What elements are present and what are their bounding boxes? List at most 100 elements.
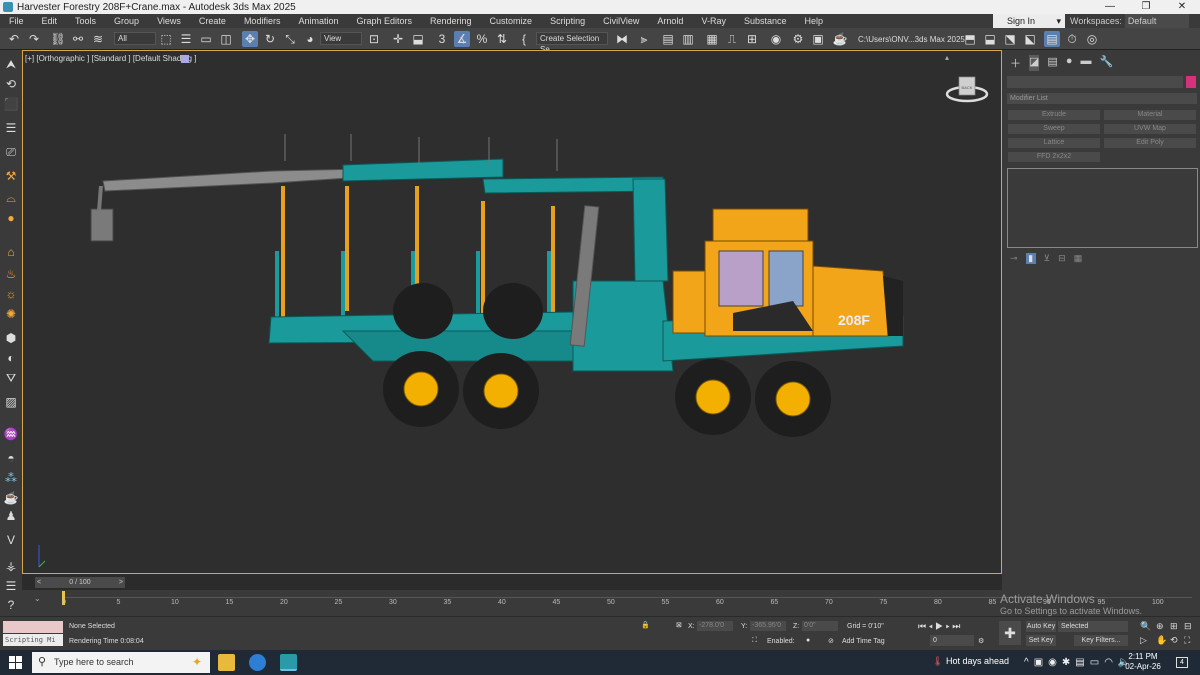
command-panel-toggle-icon[interactable]: ▤ bbox=[1044, 31, 1060, 47]
pin-stack-icon[interactable]: ⊸ bbox=[1010, 253, 1018, 264]
material-button[interactable]: Material bbox=[1104, 110, 1196, 120]
menu-modifiers[interactable]: Modifiers bbox=[235, 16, 290, 26]
maxscript-listener[interactable] bbox=[3, 621, 63, 633]
show-end-result-icon[interactable]: ▮ bbox=[1025, 253, 1036, 264]
ball-icon[interactable]: ◐ bbox=[3, 350, 19, 366]
keyboard-shortcut-icon[interactable]: ⬓ bbox=[410, 31, 426, 47]
hierarchy-tab-icon[interactable]: ▤ bbox=[1047, 55, 1057, 71]
folder-icon[interactable]: ⬔ bbox=[1002, 31, 1018, 47]
tray-bluetooth-icon[interactable]: ✱ bbox=[1062, 657, 1070, 668]
save-icon[interactable]: ⬓ bbox=[982, 31, 998, 47]
bind-spacewarp-icon[interactable]: ≋ bbox=[90, 31, 106, 47]
sweep-button[interactable]: Sweep bbox=[1008, 124, 1100, 134]
edit-named-selection-icon[interactable]: { bbox=[516, 31, 532, 47]
uvw-map-button[interactable]: UVW Map bbox=[1104, 124, 1196, 134]
menu-rendering[interactable]: Rendering bbox=[421, 16, 481, 26]
zoom-extents-all-icon[interactable]: ⊟ bbox=[1184, 621, 1192, 632]
menu-create[interactable]: Create bbox=[190, 16, 235, 26]
viewport-orthographic[interactable]: [+] [Orthographic ] [Standard ] [Default… bbox=[22, 50, 1002, 574]
percent-snap-icon[interactable]: % bbox=[474, 31, 490, 47]
menu-customize[interactable]: Customize bbox=[481, 16, 542, 26]
menu-scripting[interactable]: Scripting bbox=[541, 16, 594, 26]
menu-views[interactable]: Views bbox=[148, 16, 190, 26]
workspace-selector[interactable]: Workspaces: Default bbox=[1070, 14, 1200, 28]
playback-controls[interactable]: ⏮ ◂ ▶ ▸ ⏭ bbox=[918, 621, 960, 632]
timer-icon[interactable]: ⏱ bbox=[1064, 31, 1080, 47]
capture-icon[interactable]: ⬛ bbox=[3, 96, 19, 112]
figure-icon[interactable]: ♟ bbox=[3, 508, 19, 524]
menu-civilview[interactable]: CivilView bbox=[594, 16, 648, 26]
current-frame-field[interactable]: 0 bbox=[930, 635, 974, 646]
notification-center-icon[interactable]: 4 bbox=[1176, 657, 1188, 668]
set-key-button[interactable]: Set Key bbox=[1026, 635, 1056, 646]
clock[interactable]: 2:11 PM 02-Apr-26 bbox=[1123, 652, 1163, 672]
render-setup-icon[interactable]: ⚙ bbox=[790, 31, 806, 47]
ribbon-icon[interactable]: ▦ bbox=[704, 31, 720, 47]
modifier-list-dropdown[interactable]: Modifier List bbox=[1007, 93, 1197, 104]
tray-battery-icon[interactable]: ▭ bbox=[1090, 657, 1099, 668]
layer-explorer-icon[interactable]: ▥ bbox=[680, 31, 696, 47]
scene-explorer-icon[interactable]: ⚶ bbox=[3, 558, 19, 574]
cap-icon[interactable]: ⌓ bbox=[3, 190, 19, 206]
time-slider[interactable]: < 0 / 100 > bbox=[35, 577, 125, 588]
menu-help[interactable]: Help bbox=[795, 16, 832, 26]
menu-animation[interactable]: Animation bbox=[289, 16, 347, 26]
tray-app-icon[interactable]: ▣ bbox=[1034, 657, 1043, 668]
mirror-icon[interactable]: ⧓ bbox=[614, 31, 630, 47]
remove-modifier-icon[interactable]: ⊟ bbox=[1058, 253, 1066, 264]
render-production-icon[interactable]: ☕ bbox=[832, 31, 848, 47]
lattice-button[interactable]: Lattice bbox=[1008, 138, 1100, 148]
menu-file[interactable]: File bbox=[0, 16, 33, 26]
flame-icon[interactable]: ♨ bbox=[3, 266, 19, 282]
particles-icon[interactable]: ⁂ bbox=[3, 470, 19, 486]
edge-browser-icon[interactable] bbox=[249, 654, 266, 671]
create-selection-set-dropdown[interactable]: Create Selection Se bbox=[536, 32, 608, 54]
hammer-icon[interactable]: ⚒ bbox=[3, 168, 19, 184]
menu-edit[interactable]: Edit bbox=[33, 16, 67, 26]
z-coordinate-field[interactable]: 0'0" bbox=[802, 621, 838, 631]
object-name-field[interactable] bbox=[1007, 76, 1183, 88]
rotate-tool-icon[interactable]: ⟲ bbox=[3, 76, 19, 92]
vray-icon[interactable]: V bbox=[3, 532, 19, 548]
modifier-stack[interactable] bbox=[1007, 168, 1198, 248]
rect-selection-icon[interactable]: ▭ bbox=[198, 31, 214, 47]
enabled-toggle-icon[interactable]: ● bbox=[806, 637, 810, 644]
project-path[interactable]: C:\Users\ONV...3ds Max 2025 bbox=[858, 35, 965, 44]
angle-snap-icon[interactable]: ∡ bbox=[454, 31, 470, 47]
select-object-icon[interactable]: ⬚ bbox=[158, 31, 174, 47]
zoom-extents-icon[interactable]: ⊞ bbox=[1170, 621, 1178, 632]
open-file-icon[interactable]: ⬒ bbox=[962, 31, 978, 47]
arnold-icon[interactable]: ◎ bbox=[1084, 31, 1100, 47]
absolute-mode-icon[interactable]: ⊠ bbox=[676, 621, 682, 629]
zoom-icon[interactable]: 🔍 bbox=[1140, 621, 1151, 632]
scene-explorer-icon[interactable]: ▤ bbox=[660, 31, 676, 47]
ffd-button[interactable]: FFD 2x2x2 bbox=[1008, 152, 1100, 162]
teapot-icon[interactable]: ☕ bbox=[3, 490, 19, 506]
box-icon[interactable]: ⬢ bbox=[3, 330, 19, 346]
schematic-view-icon[interactable]: ⊞ bbox=[744, 31, 760, 47]
camera-icon[interactable]: ⎚ bbox=[3, 144, 19, 160]
key-filters-button[interactable]: Key Filters... bbox=[1074, 635, 1128, 646]
select-by-name-icon[interactable]: ☰ bbox=[178, 31, 194, 47]
minimize-button[interactable]: — bbox=[1092, 0, 1128, 14]
menu-substance[interactable]: Substance bbox=[735, 16, 796, 26]
menu-tools[interactable]: Tools bbox=[66, 16, 105, 26]
link-icon[interactable]: ⛓ bbox=[50, 31, 66, 47]
material-editor-icon[interactable]: ◉ bbox=[768, 31, 784, 47]
viewcube[interactable]: BACK bbox=[945, 75, 989, 105]
selected-dropdown[interactable]: Selected bbox=[1058, 621, 1128, 632]
tray-chevron-icon[interactable]: ^ bbox=[1024, 657, 1029, 668]
workspace-value[interactable]: Default bbox=[1124, 14, 1189, 28]
weather-widget[interactable]: 🌡 Hot days ahead bbox=[932, 656, 1009, 667]
edit-poly-button[interactable]: Edit Poly bbox=[1104, 138, 1196, 148]
zoom-all-icon[interactable]: ⊕ bbox=[1156, 621, 1164, 632]
menu-arnold[interactable]: Arnold bbox=[648, 16, 692, 26]
set-key-big-button[interactable]: ✚ bbox=[999, 621, 1021, 645]
time-config-icon[interactable]: ⚙ bbox=[978, 637, 984, 645]
modify-tab-icon[interactable]: ◪ bbox=[1029, 55, 1040, 71]
3ds-max-taskbar-icon[interactable] bbox=[280, 654, 297, 671]
tray-folder-icon[interactable]: ▤ bbox=[1075, 657, 1084, 668]
forwarder-model[interactable]: 208F bbox=[73, 131, 933, 451]
menu-graph-editors[interactable]: Graph Editors bbox=[347, 16, 421, 26]
file-explorer-icon[interactable] bbox=[218, 654, 235, 671]
